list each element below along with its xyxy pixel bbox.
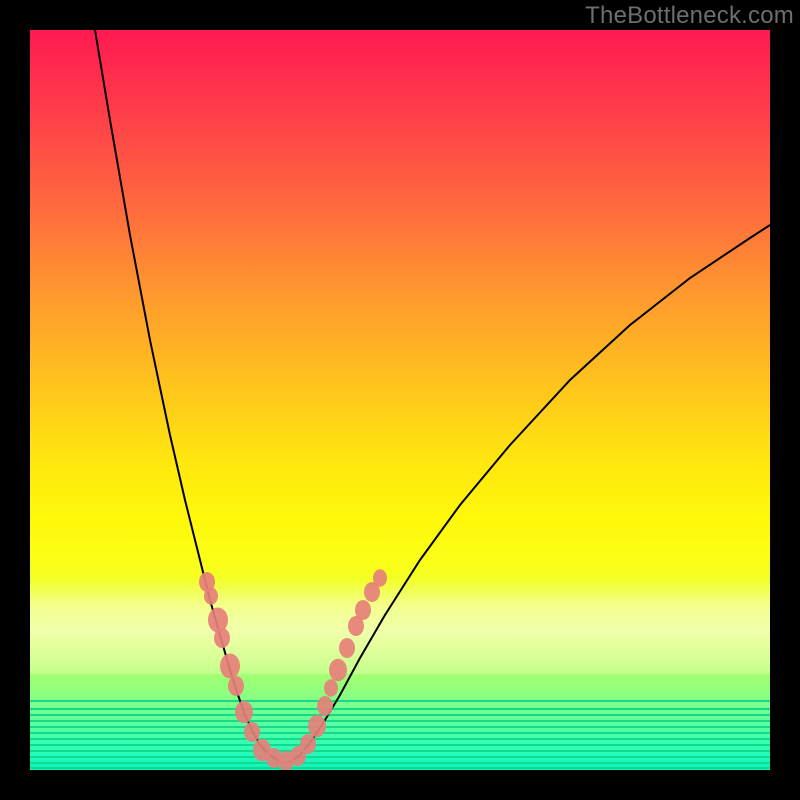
outer-frame: TheBottleneck.com bbox=[0, 0, 800, 800]
marker-dot bbox=[373, 569, 387, 587]
marker-dot bbox=[355, 600, 371, 620]
marker-dot bbox=[244, 722, 260, 742]
marker-dot bbox=[235, 701, 253, 724]
right-curve bbox=[290, 225, 770, 762]
watermark-text: TheBottleneck.com bbox=[585, 2, 794, 30]
marker-dot bbox=[329, 659, 347, 682]
marker-dot bbox=[300, 734, 316, 754]
marker-dot bbox=[220, 654, 240, 679]
marker-dot bbox=[324, 679, 338, 697]
plot-area bbox=[30, 30, 770, 770]
marker-dot bbox=[339, 638, 355, 658]
left-curve bbox=[95, 30, 280, 762]
marker-dot bbox=[228, 676, 244, 696]
marker-dot bbox=[308, 715, 326, 738]
marker-group bbox=[199, 569, 387, 770]
chart-svg bbox=[30, 30, 770, 770]
marker-dot bbox=[317, 696, 333, 716]
marker-dot bbox=[214, 628, 230, 648]
marker-dot bbox=[204, 587, 218, 605]
